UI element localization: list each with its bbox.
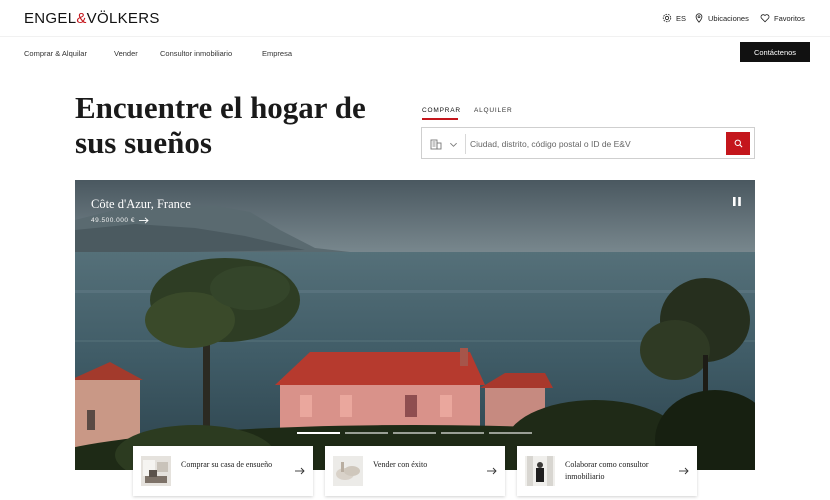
card-sell-label: Vender con éxito [373, 460, 428, 469]
card-buy-image [141, 456, 171, 486]
card-consultant-image [525, 456, 555, 486]
main-nav: Comprar & Alquilar Vender Consultor inmo… [0, 36, 830, 70]
tab-rent[interactable]: ALQUILER [474, 107, 513, 114]
slider-dot[interactable] [345, 432, 388, 434]
arrow-right-icon [295, 467, 305, 475]
search-button[interactable] [726, 132, 750, 155]
location-pin-icon [695, 13, 703, 23]
active-tab-indicator [422, 118, 458, 120]
search-bar [421, 127, 755, 159]
card-consultant-label: Colaborar como consultor inmobiliario [565, 460, 649, 481]
slider-dot[interactable] [297, 432, 340, 434]
slide-location: Côte d'Azur, France [91, 197, 191, 211]
heart-icon [760, 14, 770, 23]
property-type-icon[interactable] [430, 138, 442, 150]
language-selector[interactable]: ES [662, 13, 686, 23]
nav-item-sell[interactable]: Vender [114, 49, 138, 58]
arrow-right-icon [487, 467, 497, 475]
tab-buy[interactable]: COMPRAR [422, 107, 461, 114]
favorites-link[interactable]: Favoritos [760, 13, 805, 23]
language-label: ES [676, 13, 687, 23]
contact-button[interactable]: Contáctenos [740, 42, 810, 62]
top-bar: ENGEL&VÖLKERS ES Ubicaciones Favoritos [0, 0, 830, 36]
hero-slider[interactable]: Côte d'Azur, France 49.500.000 € [75, 180, 755, 470]
locations-label: Ubicaciones [708, 13, 749, 23]
card-buy[interactable]: Comprar su casa de ensueño [133, 446, 313, 496]
slide-price-link[interactable]: 49.500.000 € [91, 217, 149, 224]
logo-text-left: ENGEL [24, 10, 77, 27]
favorites-label: Favoritos [774, 13, 805, 23]
logo[interactable]: ENGEL&VÖLKERS [24, 10, 160, 27]
search-input[interactable] [470, 133, 720, 155]
hero-photo [75, 180, 755, 470]
gear-icon [662, 13, 672, 23]
logo-ampersand: & [76, 10, 87, 27]
search-icon [734, 139, 742, 148]
page-title: Encuentre el hogar de sus sueños [75, 90, 366, 160]
slider-dot[interactable] [441, 432, 484, 434]
arrow-right-icon [679, 467, 689, 475]
locations-link[interactable]: Ubicaciones [694, 13, 749, 23]
slider-pagination [297, 432, 532, 434]
search-divider [465, 134, 466, 154]
card-buy-label: Comprar su casa de ensueño [181, 460, 273, 469]
arrow-right-icon [138, 217, 149, 224]
chevron-down-icon[interactable] [449, 140, 458, 149]
card-sell-image [333, 456, 363, 486]
slider-dot[interactable] [393, 432, 436, 434]
nav-item-buy-rent[interactable]: Comprar & Alquilar [24, 49, 87, 58]
card-consultant[interactable]: Colaborar como consultor inmobiliario [517, 446, 697, 496]
nav-item-company[interactable]: Empresa [262, 49, 292, 58]
logo-text-right: VÖLKERS [86, 10, 160, 27]
nav-item-consultant[interactable]: Consultor inmobiliario [160, 49, 232, 58]
slider-dot[interactable] [489, 432, 532, 434]
pause-icon[interactable] [732, 196, 742, 207]
slide-price: 49.500.000 € [91, 217, 135, 224]
card-sell[interactable]: Vender con éxito [325, 446, 505, 496]
